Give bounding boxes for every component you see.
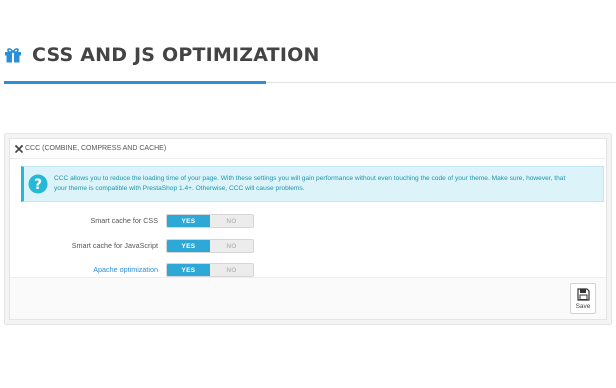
toggle-yes[interactable]: YES: [167, 215, 210, 227]
section-header: CSS AND JS OPTIMIZATION: [4, 44, 320, 66]
panel-heading-label: CCC (COMBINE, COMPRESS AND CACHE): [25, 145, 167, 152]
save-label: Save: [575, 302, 591, 310]
ccc-panel: CCC (COMBINE, COMPRESS AND CACHE) ? CCC …: [4, 133, 612, 325]
info-text-line-1: CCC allows you to reduce the loading tim…: [54, 175, 566, 182]
info-alert: ? CCC allows you to reduce the loading t…: [21, 166, 604, 202]
info-icon: ?: [28, 174, 48, 194]
setting-row-smart-cache-js: Smart cache for JavaScript YES NO: [10, 239, 606, 253]
gift-icon: [5, 48, 21, 63]
setting-label: Smart cache for CSS: [90, 216, 158, 225]
info-text-line-2: your theme is compatible with PrestaShop…: [54, 185, 305, 192]
page: CSS AND JS OPTIMIZATION CCC (COMBINE, CO…: [0, 0, 616, 388]
panel-heading: CCC (COMBINE, COMPRESS AND CACHE): [10, 139, 606, 159]
toggle-no[interactable]: NO: [210, 240, 253, 252]
smart-cache-css-toggle[interactable]: YES NO: [166, 214, 254, 228]
save-button[interactable]: Save: [570, 283, 596, 314]
svg-text:?: ?: [34, 177, 42, 193]
setting-row-smart-cache-css: Smart cache for CSS YES NO: [10, 214, 606, 228]
toggle-no[interactable]: NO: [210, 264, 253, 276]
panel-body: CCC (COMBINE, COMPRESS AND CACHE) ? CCC …: [9, 138, 607, 320]
setting-row-apache-optimization: Apache optimization YES NO: [10, 263, 606, 277]
save-icon: [576, 287, 590, 301]
info-text: CCC allows you to reduce the loading tim…: [54, 174, 565, 194]
apache-optimization-toggle[interactable]: YES NO: [166, 263, 254, 277]
panel-footer: Save: [10, 277, 606, 319]
toggle-yes[interactable]: YES: [167, 264, 210, 276]
page-title: CSS AND JS OPTIMIZATION: [32, 44, 320, 66]
toggle-yes[interactable]: YES: [167, 240, 210, 252]
smart-cache-js-toggle[interactable]: YES NO: [166, 239, 254, 253]
setting-label: Smart cache for JavaScript: [71, 241, 158, 250]
setting-label-link[interactable]: Apache optimization: [93, 263, 158, 277]
toggle-no[interactable]: NO: [210, 215, 253, 227]
header-divider-accent: [4, 81, 266, 84]
tools-icon: [15, 144, 23, 153]
